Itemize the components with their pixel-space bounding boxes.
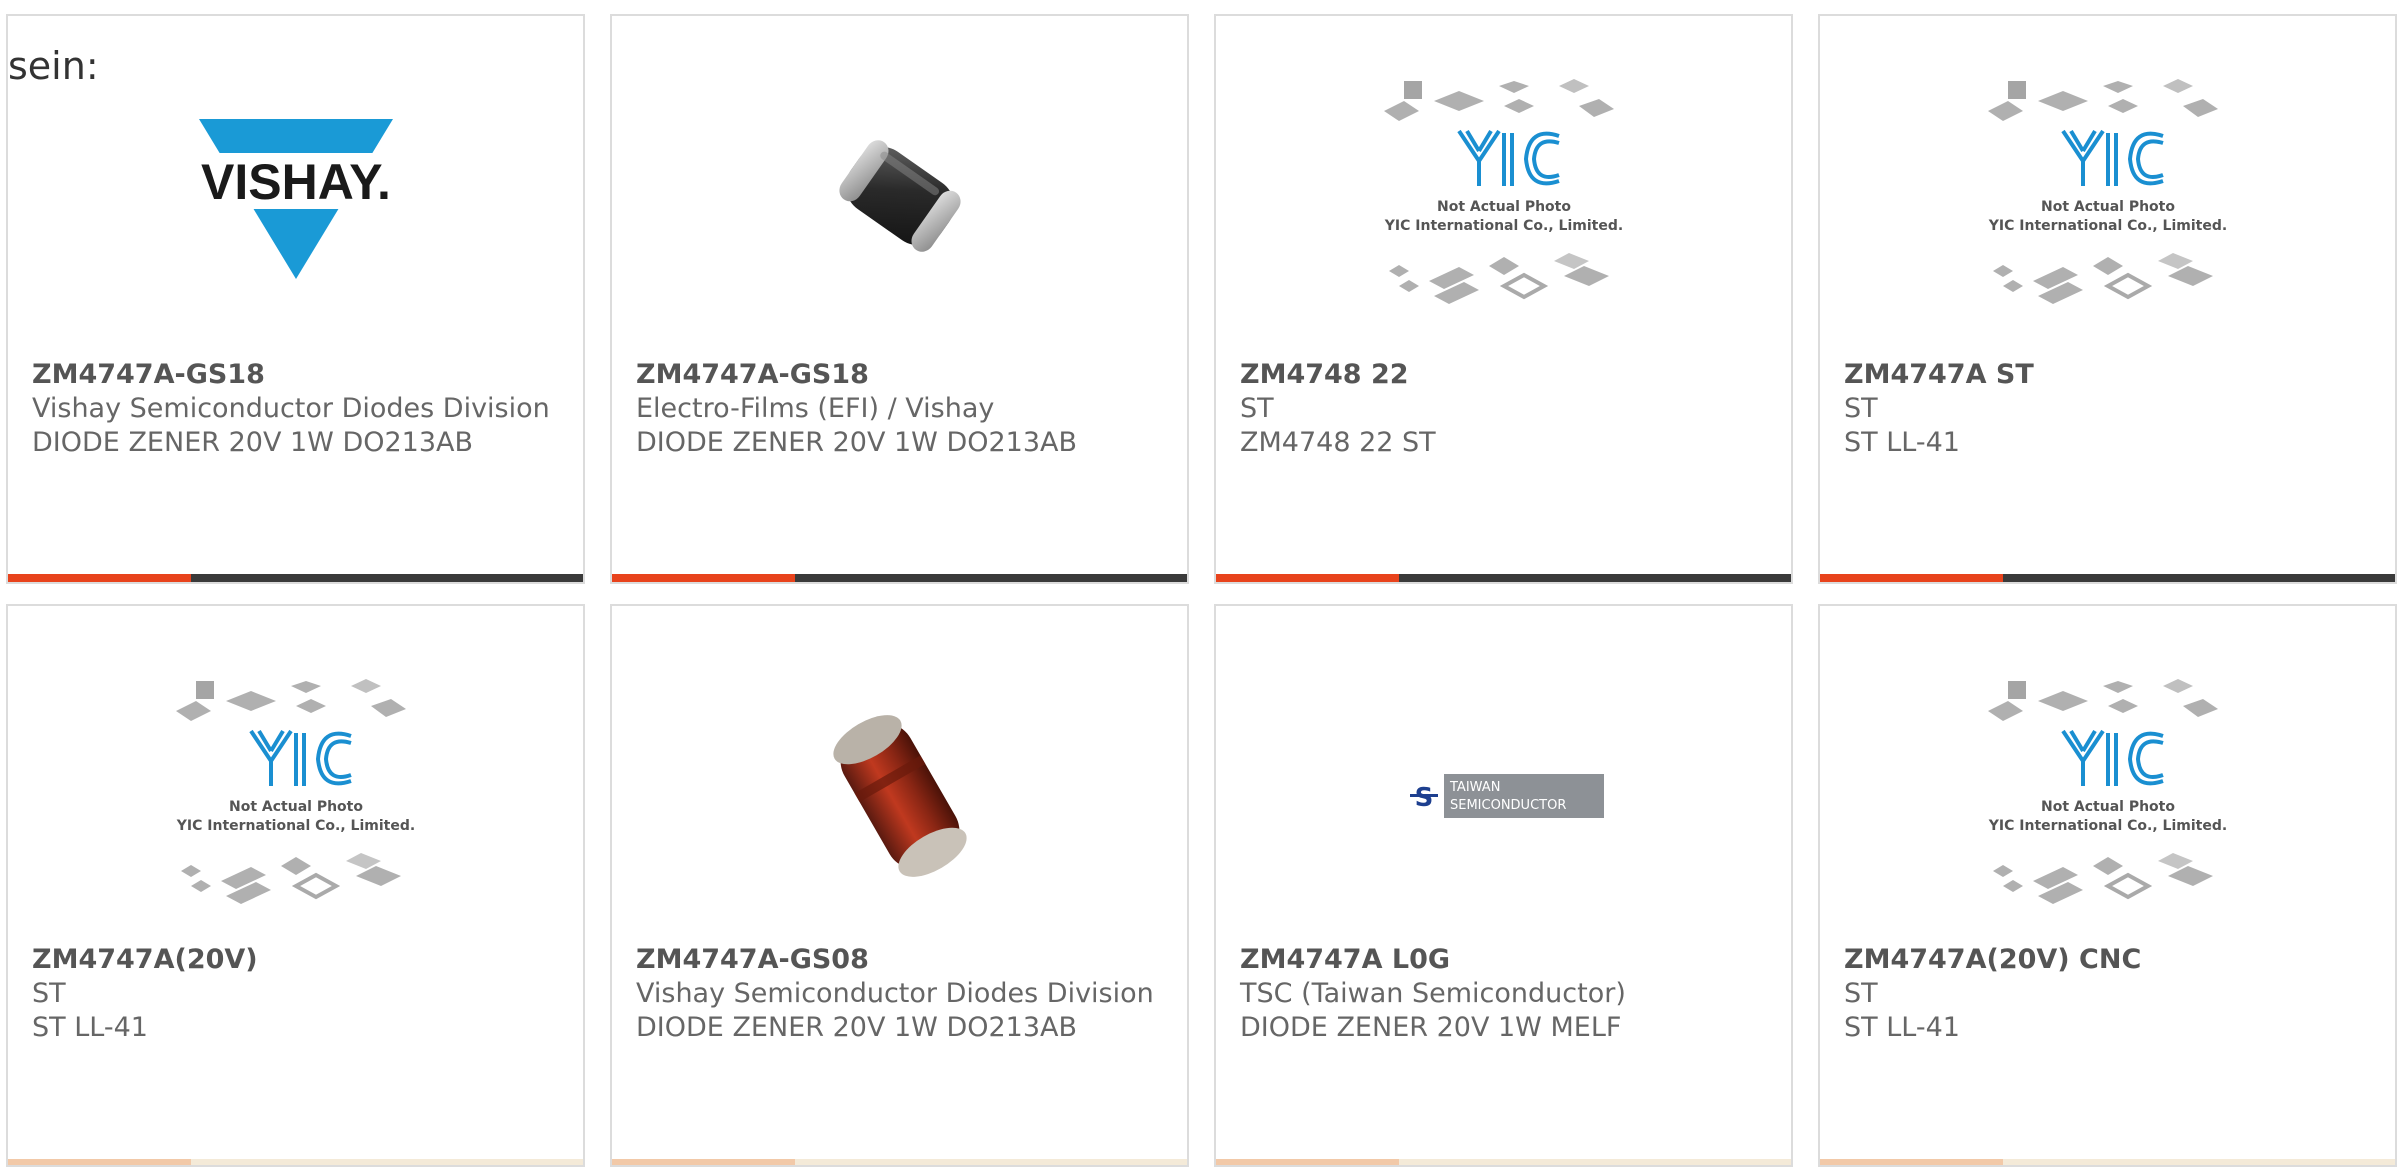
placeholder-line1: Not Actual Photo [229, 799, 363, 815]
diode-photo-icon [838, 140, 961, 252]
part-number[interactable]: ZM4747A-GS18 [32, 358, 559, 392]
description: ST LL-41 [1844, 427, 1960, 458]
product-card[interactable]: S TAIWAN SEMICONDUCTOR ZM4747A L0G TSC (… [1214, 604, 1793, 1167]
description: ST LL-41 [1844, 1012, 1960, 1043]
product-image[interactable]: S TAIWAN SEMICONDUCTOR [1216, 676, 1791, 916]
manufacturer: TSC (Taiwan Semiconductor) [1240, 978, 1626, 1009]
manufacturer: Vishay Semiconductor Diodes Division [636, 978, 1154, 1009]
vishay-logo-text: VISHAY. [201, 154, 391, 210]
card-bottom-bar [8, 574, 583, 582]
part-number[interactable]: ZM4747A(20V) CNC [1844, 943, 2371, 977]
placeholder-line2: YIC International Co., Limited. [1383, 218, 1622, 234]
manufacturer: ST [1844, 978, 1878, 1009]
description: DIODE ZENER 20V 1W DO213AB [32, 427, 474, 458]
description: ZM4748 22 ST [1240, 427, 1436, 458]
product-image[interactable]: Not Actual Photo YIC International Co., … [1216, 56, 1791, 346]
card-bottom-bar [1820, 1159, 2395, 1165]
description: DIODE ZENER 20V 1W DO213AB [636, 427, 1078, 458]
card-bottom-bar [1216, 1159, 1791, 1165]
product-image[interactable] [612, 76, 1187, 316]
card-bottom-bar [612, 1159, 1187, 1165]
placeholder-line2: YIC International Co., Limited. [1987, 218, 2226, 234]
product-card[interactable]: ZM4747A-GS08 Vishay Semiconductor Diodes… [610, 604, 1189, 1167]
placeholder-line1: Not Actual Photo [2041, 799, 2175, 815]
manufacturer: ST [32, 978, 66, 1009]
product-image[interactable]: Not Actual Photo YIC International Co., … [8, 656, 583, 946]
product-image[interactable]: VISHAY. [8, 76, 583, 316]
placeholder-line1: Not Actual Photo [2041, 199, 2175, 215]
tsc-logo-line2: SEMICONDUCTOR [1450, 798, 1566, 813]
diode-photo-icon [832, 715, 967, 877]
product-card[interactable]: Not Actual Photo YIC International Co., … [1214, 14, 1793, 584]
part-number[interactable]: ZM4748 22 [1240, 358, 1767, 392]
svg-text:S: S [1414, 783, 1433, 813]
part-number[interactable]: ZM4747A(20V) [32, 943, 559, 977]
part-number[interactable]: ZM4747A-GS18 [636, 358, 1163, 392]
product-card[interactable]: VISHAY. ZM4747A-GS18 Vishay Semiconducto… [6, 14, 585, 584]
description: DIODE ZENER 20V 1W DO213AB [636, 1012, 1078, 1043]
product-card[interactable]: Not Actual Photo YIC International Co., … [1818, 604, 2397, 1167]
intro-text: sein: [8, 44, 99, 88]
part-number[interactable]: ZM4747A-GS08 [636, 943, 1163, 977]
part-number[interactable]: ZM4747A ST [1844, 358, 2371, 392]
yic-placeholder-icon: Not Actual Photo YIC International Co., … [1987, 79, 2227, 304]
part-number[interactable]: ZM4747A L0G [1240, 943, 1767, 977]
product-image[interactable] [612, 676, 1187, 916]
description: ST LL-41 [32, 1012, 148, 1043]
card-bottom-bar [1820, 574, 2395, 582]
yic-placeholder-icon: Not Actual Photo YIC International Co., … [175, 679, 415, 904]
product-card[interactable]: Not Actual Photo YIC International Co., … [1818, 14, 2397, 584]
placeholder-line1: Not Actual Photo [1437, 199, 1571, 215]
yic-placeholder-icon: Not Actual Photo YIC International Co., … [1383, 79, 1623, 304]
manufacturer: Vishay Semiconductor Diodes Division [32, 393, 550, 424]
description: DIODE ZENER 20V 1W MELF [1240, 1012, 1622, 1043]
product-grid-page: sein: VISHAY. ZM4747A-GS18 Vishay Semico… [0, 0, 2400, 1167]
manufacturer: ST [1240, 393, 1274, 424]
card-bottom-bar [1216, 574, 1791, 582]
tsc-logo-line1: TAIWAN [1449, 780, 1500, 795]
taiwan-semiconductor-logo-icon: S TAIWAN SEMICONDUCTOR [1403, 774, 1604, 818]
placeholder-line2: YIC International Co., Limited. [175, 818, 414, 834]
vishay-logo-icon: VISHAY. [198, 119, 393, 279]
product-card[interactable]: ZM4747A-GS18 Electro-Films (EFI) / Visha… [610, 14, 1189, 584]
yic-placeholder-icon: Not Actual Photo YIC International Co., … [1987, 679, 2227, 904]
card-bottom-bar [8, 1159, 583, 1165]
manufacturer: Electro-Films (EFI) / Vishay [636, 393, 995, 424]
card-bottom-bar [612, 574, 1187, 582]
manufacturer: ST [1844, 393, 1878, 424]
placeholder-line2: YIC International Co., Limited. [1987, 818, 2226, 834]
product-image[interactable]: Not Actual Photo YIC International Co., … [1820, 56, 2395, 346]
product-image[interactable]: Not Actual Photo YIC International Co., … [1820, 656, 2395, 946]
product-card[interactable]: Not Actual Photo YIC International Co., … [6, 604, 585, 1167]
